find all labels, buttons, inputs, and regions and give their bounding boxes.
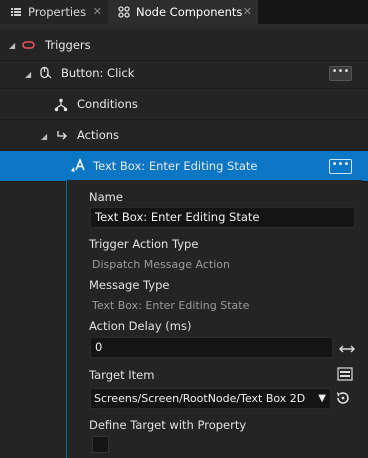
target-item-value: Screens/Screen/RootNode/Text Box 2D	[94, 392, 306, 405]
tree-row-conditions[interactable]: Conditions	[0, 89, 368, 120]
reset-icon[interactable]	[335, 391, 351, 405]
message-type-value: Text Box: Enter Editing State	[92, 299, 250, 312]
tree-label-actions: Actions	[77, 128, 120, 142]
tree-row-textbox-action[interactable]: Text Box: Enter Editing State •••	[0, 151, 368, 182]
close-icon[interactable]: ✕	[93, 5, 102, 18]
expand-arrow-icon[interactable]: ◢	[41, 132, 47, 141]
tree-label-textbox-action: Text Box: Enter Editing State	[93, 159, 258, 173]
node-components-icon	[118, 6, 130, 18]
action-delay-label: Action Delay (ms)	[89, 319, 192, 333]
actions-icon	[57, 131, 67, 140]
action-delay-field[interactable]: 0	[90, 337, 333, 358]
close-icon[interactable]: ✕	[243, 5, 252, 18]
define-target-checkbox[interactable]	[92, 436, 109, 453]
node-picker-icon[interactable]	[337, 367, 353, 381]
tree-row-button-click[interactable]: ◢ Button: Click •••	[0, 58, 368, 89]
tab-node-components[interactable]: Node Components ✕	[108, 0, 258, 24]
tab-properties-label: Properties	[28, 5, 87, 19]
expand-arrow-icon[interactable]: ◢	[25, 70, 31, 79]
define-target-label: Define Target with Property	[89, 418, 247, 432]
more-options-button[interactable]: •••	[329, 159, 352, 174]
tree-label-triggers: Triggers	[45, 38, 91, 52]
node-components-panel: ◢ Triggers ◢ Button: Click ••• Condition…	[0, 30, 368, 458]
mouse-click-icon	[40, 66, 52, 79]
drag-value-icon[interactable]	[339, 342, 355, 356]
tree-row-triggers[interactable]: ◢ Triggers	[0, 30, 368, 61]
tab-properties[interactable]: Properties ✕	[0, 0, 108, 24]
tree-label-conditions: Conditions	[77, 97, 138, 111]
conditions-icon	[54, 98, 68, 112]
tab-node-components-label: Node Components	[136, 5, 243, 19]
trigger-action-type-label: Trigger Action Type	[89, 237, 199, 251]
trigger-action-type-value: Dispatch Message Action	[92, 258, 230, 271]
tree-row-actions[interactable]: ◢ Actions	[0, 120, 368, 151]
tree-label-button-click: Button: Click	[61, 66, 135, 80]
more-options-button[interactable]: •••	[329, 66, 352, 81]
name-field[interactable]: Text Box: Enter Editing State	[90, 207, 355, 228]
triggers-icon	[22, 41, 35, 49]
expand-arrow-icon[interactable]: ◢	[9, 41, 15, 50]
properties-icon	[11, 8, 21, 16]
text-action-icon	[71, 158, 85, 172]
target-item-dropdown[interactable]: Screens/Screen/RootNode/Text Box 2D ▼	[90, 388, 331, 409]
message-type-label: Message Type	[89, 278, 170, 292]
chevron-down-icon: ▼	[318, 393, 326, 404]
name-label: Name	[89, 190, 123, 204]
action-properties: Name Text Box: Enter Editing State Trigg…	[66, 180, 362, 458]
tab-bar: Properties ✕ Node Components ✕	[0, 0, 368, 24]
target-item-label: Target Item	[89, 368, 155, 382]
